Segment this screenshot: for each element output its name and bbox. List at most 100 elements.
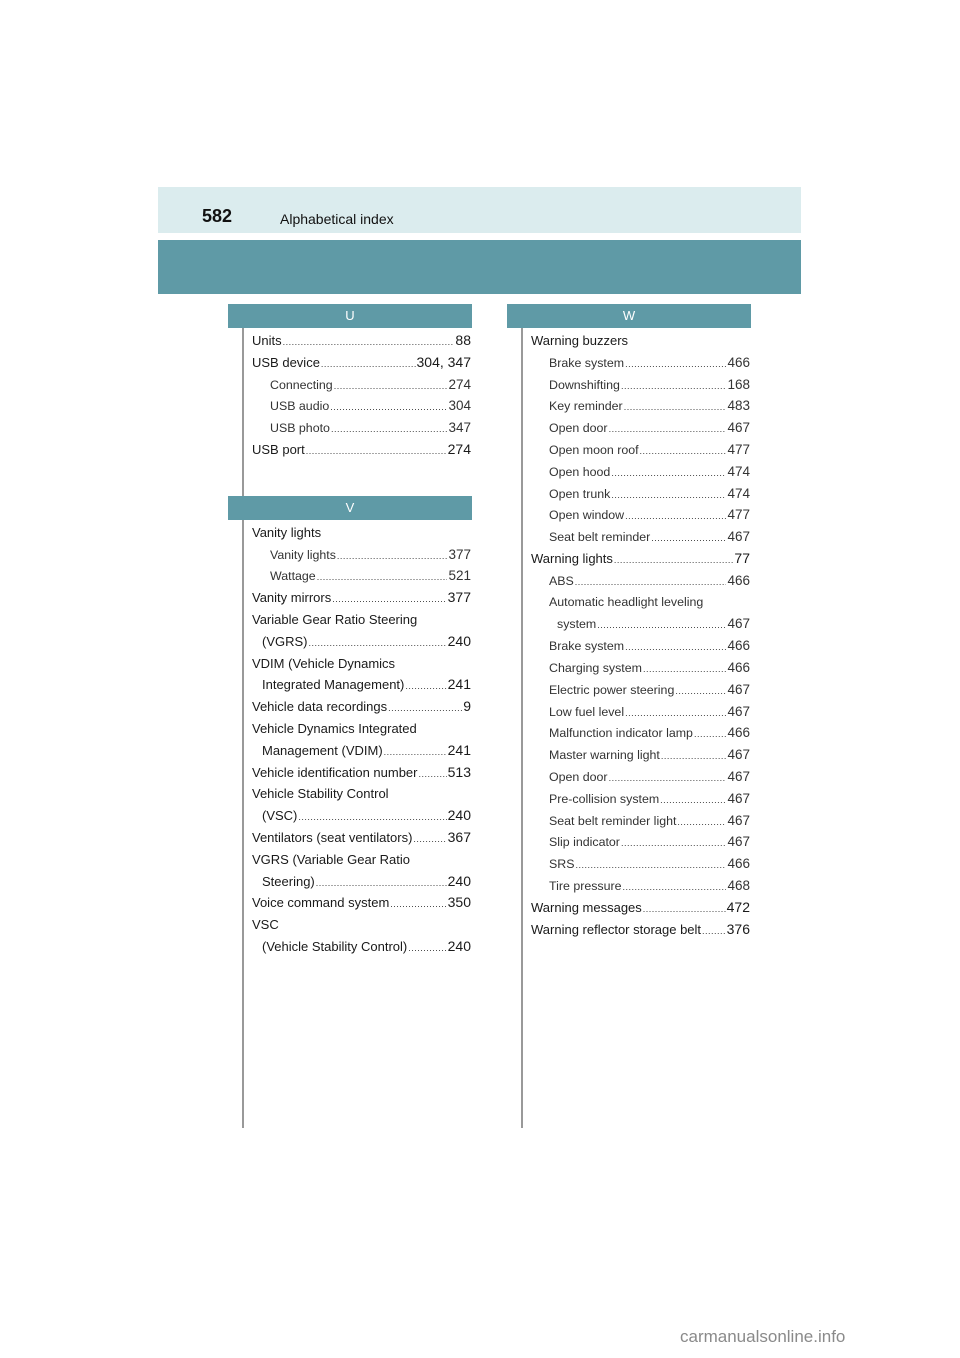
index-entry[interactable]: Vehicle data recordings 9 [252, 696, 471, 718]
entry-page-number[interactable]: 466 [727, 853, 750, 875]
index-entry[interactable]: Warning reflector storage belt 376 [531, 919, 750, 941]
entry-page-number[interactable]: 466 [727, 635, 750, 657]
entry-page-number[interactable]: 350 [448, 892, 471, 914]
index-entry[interactable]: USB device 304, 347 [252, 352, 471, 374]
index-entry[interactable]: Units 88 [252, 330, 471, 352]
index-entry[interactable]: USB audio 304 [252, 395, 471, 417]
entry-page-number[interactable]: 304, 347 [417, 352, 472, 374]
entry-page-number[interactable]: 88 [455, 330, 471, 352]
index-entry[interactable]: Open window 477 [531, 504, 750, 526]
index-entry[interactable]: Seat belt reminder 467 [531, 526, 750, 548]
index-entry[interactable]: USB photo 347 [252, 417, 471, 439]
entry-page-number[interactable]: 466 [727, 657, 750, 679]
entry-page-number[interactable]: 274 [448, 439, 471, 461]
index-entry[interactable]: Management (VDIM) 241 [252, 740, 471, 762]
entry-page-number[interactable]: 467 [727, 766, 750, 788]
index-entry[interactable]: Open door 467 [531, 417, 750, 439]
index-entry[interactable]: Low fuel level 467 [531, 701, 750, 723]
entry-page-number[interactable]: 376 [727, 919, 750, 941]
index-entry[interactable]: Pre-collision system 467 [531, 788, 750, 810]
entry-page-number[interactable]: 168 [727, 374, 750, 396]
index-entry[interactable]: Open door 467 [531, 766, 750, 788]
index-entry[interactable]: VGRS (Variable Gear Ratio [252, 849, 471, 871]
entry-page-number[interactable]: 467 [727, 810, 750, 832]
index-entry[interactable]: Vanity lights 377 [252, 544, 471, 566]
entry-page-number[interactable]: 304 [448, 395, 471, 417]
entry-page-number[interactable]: 466 [727, 352, 750, 374]
index-entry[interactable]: Warning lights 77 [531, 548, 750, 570]
index-entry[interactable]: Vanity lights [252, 522, 471, 544]
index-entry[interactable]: Seat belt reminder light 467 [531, 810, 750, 832]
entry-page-number[interactable]: 472 [727, 897, 750, 919]
index-entry[interactable]: VSC [252, 914, 471, 936]
entry-page-number[interactable]: 240 [448, 936, 471, 958]
entry-page-number[interactable]: 468 [727, 875, 750, 897]
entry-page-number[interactable]: 521 [448, 565, 471, 587]
entry-page-number[interactable]: 347 [448, 417, 471, 439]
index-entry[interactable]: Automatic headlight leveling [531, 592, 750, 614]
index-entry[interactable]: Vehicle identification number 513 [252, 762, 471, 784]
entry-page-number[interactable]: 513 [448, 762, 471, 784]
index-entry[interactable]: Slip indicator 467 [531, 831, 750, 853]
entry-page-number[interactable]: 240 [448, 871, 471, 893]
entry-page-number[interactable]: 77 [734, 548, 750, 570]
entry-page-number[interactable]: 474 [727, 483, 750, 505]
index-entry[interactable]: USB port 274 [252, 439, 471, 461]
index-entry[interactable]: (VGRS) 240 [252, 631, 471, 653]
index-entry[interactable]: Wattage 521 [252, 565, 471, 587]
index-entry[interactable]: ABS 466 [531, 570, 750, 592]
entry-page-number[interactable]: 274 [448, 374, 471, 396]
entry-page-number[interactable]: 466 [727, 722, 750, 744]
entry-page-number[interactable]: 467 [727, 417, 750, 439]
index-entry[interactable]: system 467 [531, 613, 750, 635]
index-entry[interactable]: VDIM (Vehicle Dynamics [252, 653, 471, 675]
entry-page-number[interactable]: 467 [727, 613, 750, 635]
index-entry[interactable]: Charging system 466 [531, 657, 750, 679]
index-entry[interactable]: Variable Gear Ratio Steering [252, 609, 471, 631]
index-entry[interactable]: Malfunction indicator lamp 466 [531, 722, 750, 744]
index-entry[interactable]: Vehicle Stability Control [252, 783, 471, 805]
index-entry[interactable]: Vanity mirrors 377 [252, 587, 471, 609]
index-entry[interactable]: Brake system 466 [531, 352, 750, 374]
index-entry[interactable]: Steering) 240 [252, 871, 471, 893]
index-entry[interactable]: Open hood 474 [531, 461, 750, 483]
index-entry[interactable]: Connecting 274 [252, 374, 471, 396]
entry-page-number[interactable]: 467 [727, 526, 750, 548]
entry-page-number[interactable]: 467 [727, 679, 750, 701]
entry-page-number[interactable]: 467 [727, 701, 750, 723]
entry-page-number[interactable]: 474 [727, 461, 750, 483]
entry-page-number[interactable]: 241 [448, 740, 471, 762]
index-entry[interactable]: SRS 466 [531, 853, 750, 875]
entry-page-number[interactable]: 466 [727, 570, 750, 592]
index-entry[interactable]: Voice command system 350 [252, 892, 471, 914]
entry-page-number[interactable]: 9 [463, 696, 471, 718]
leader-dots [675, 680, 726, 703]
entry-page-number[interactable]: 240 [448, 805, 471, 827]
index-entry[interactable]: Warning messages 472 [531, 897, 750, 919]
index-entry[interactable]: Brake system 466 [531, 635, 750, 657]
index-entry[interactable]: Tire pressure 468 [531, 875, 750, 897]
index-entry[interactable]: Downshifting 168 [531, 374, 750, 396]
entry-page-number[interactable]: 377 [448, 587, 471, 609]
index-entry[interactable]: Vehicle Dynamics Integrated [252, 718, 471, 740]
index-entry[interactable]: Open trunk 474 [531, 483, 750, 505]
index-entry[interactable]: Electric power steering 467 [531, 679, 750, 701]
index-entry[interactable]: Key reminder 483 [531, 395, 750, 417]
entry-page-number[interactable]: 467 [727, 831, 750, 853]
index-entry[interactable]: (VSC) 240 [252, 805, 471, 827]
index-entry[interactable]: Ventilators (seat ventilators) 367 [252, 827, 471, 849]
index-entry[interactable]: (Vehicle Stability Control) 240 [252, 936, 471, 958]
entry-page-number[interactable]: 477 [727, 504, 750, 526]
index-entry[interactable]: Open moon roof 477 [531, 439, 750, 461]
entry-page-number[interactable]: 477 [727, 439, 750, 461]
entry-page-number[interactable]: 467 [727, 744, 750, 766]
entry-page-number[interactable]: 367 [448, 827, 471, 849]
entry-page-number[interactable]: 377 [448, 544, 471, 566]
index-entry[interactable]: Master warning light 467 [531, 744, 750, 766]
entry-page-number[interactable]: 241 [448, 674, 471, 696]
index-entry[interactable]: Integrated Management) 241 [252, 674, 471, 696]
entry-page-number[interactable]: 483 [727, 395, 750, 417]
entry-page-number[interactable]: 467 [727, 788, 750, 810]
entry-page-number[interactable]: 240 [448, 631, 471, 653]
index-entry[interactable]: Warning buzzers [531, 330, 750, 352]
